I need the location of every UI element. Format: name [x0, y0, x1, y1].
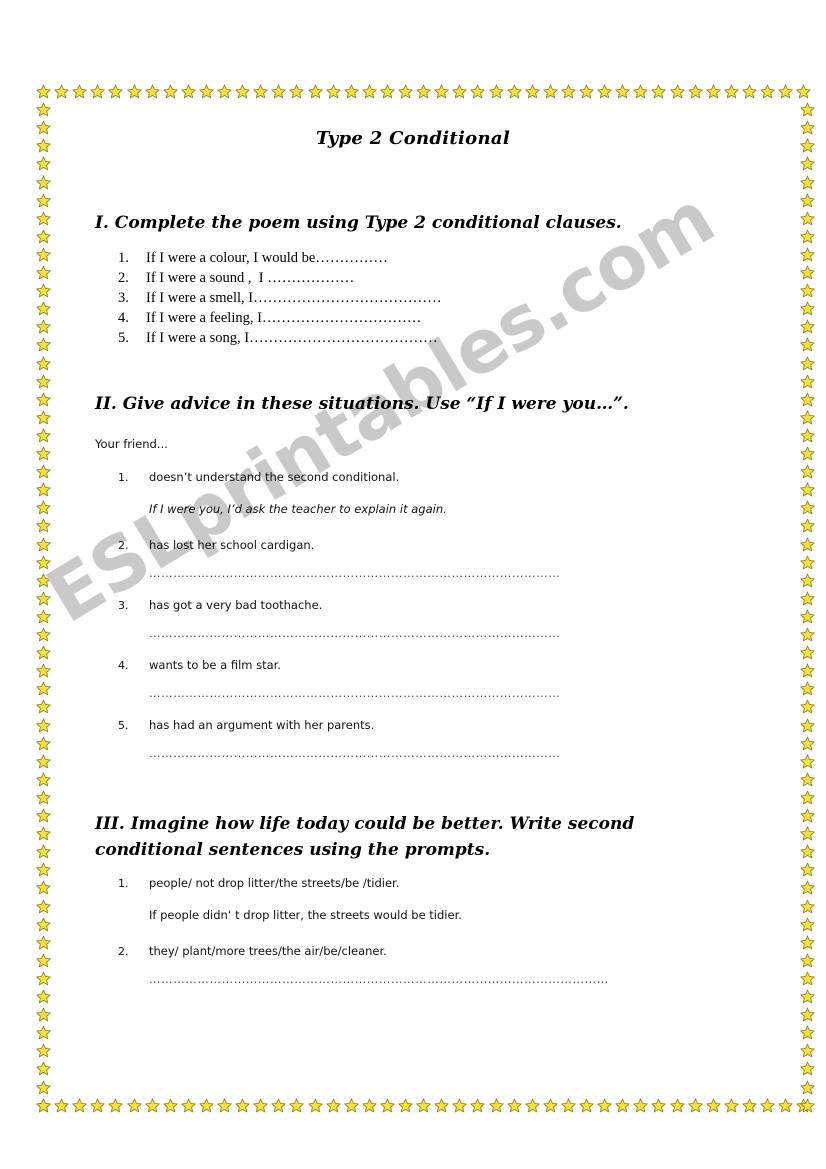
item-number: 1.	[118, 877, 129, 890]
list-item: 3. If I were a smell, I…………………………………	[118, 288, 678, 308]
page-title: Type 2 Conditional	[316, 128, 510, 149]
item-number: 3.	[118, 290, 129, 306]
item-number: 2.	[118, 945, 129, 958]
item-text: wants to be a film star.	[149, 658, 282, 672]
item-number: 4.	[118, 659, 129, 672]
item-text: If I were a sound , I ………………	[146, 270, 355, 286]
example-answer: If people didn‘ t drop litter, the stree…	[149, 908, 462, 922]
answer-line[interactable]: …………………………………………………………………………………………	[149, 686, 718, 700]
item-text: has got a very bad toothache.	[149, 598, 323, 612]
example-answer: If I were you, I’d ask the teacher to ex…	[149, 502, 447, 516]
list-item: 5. has had an argument with her parents.…	[118, 718, 718, 760]
item-text: people/ not drop litter/the streets/be /…	[149, 876, 400, 890]
item-text: they/ plant/more trees/the air/be/cleane…	[149, 944, 387, 958]
worksheet-content: Type 2 Conditional I. Complete the poem …	[0, 0, 826, 1169]
item-number: 2.	[118, 270, 129, 286]
list-item: 2. If I were a sound , I ………………	[118, 268, 678, 288]
answer-line[interactable]: …………………………………………………………………………………………	[149, 626, 718, 640]
list-item: 2. has lost her school cardigan. ……………………	[118, 538, 718, 580]
item-text: If I were a song, I…………………………………	[146, 330, 438, 346]
item-text: has lost her school cardigan.	[149, 538, 315, 552]
list-item: 4. wants to be a film star. …………………………………	[118, 658, 718, 700]
list-item: 1. people/ not drop litter/the streets/b…	[118, 876, 718, 922]
answer-line[interactable]: ……………………………………………………………………………………………………	[149, 972, 718, 986]
list-item: 2. they/ plant/more trees/the air/be/cle…	[118, 944, 718, 986]
item-text: If I were a colour, I would be……………	[146, 250, 388, 266]
answer-line[interactable]: …………………………………………………………………………………………	[149, 566, 718, 580]
item-number: 2.	[118, 539, 129, 552]
section-heading-3: III. Imagine how life today could be bet…	[95, 814, 635, 860]
list-item: 4. If I were a feeling, I……………………………	[118, 308, 678, 328]
item-text: doesn’t understand the second conditiona…	[149, 470, 400, 484]
section-heading-2: II. Give advice in these situations. Use…	[95, 394, 629, 414]
your-friend-label: Your friend...	[95, 437, 168, 451]
list-item: 3. has got a very bad toothache. ……………………	[118, 598, 718, 640]
section-2-list: 1. doesn’t understand the second conditi…	[118, 470, 718, 760]
list-item: 1. If I were a colour, I would be……………	[118, 248, 678, 268]
item-number: 5.	[118, 719, 129, 732]
section-heading-1: I. Complete the poem using Type 2 condit…	[95, 213, 622, 233]
item-number: 1.	[118, 471, 129, 484]
item-number: 5.	[118, 330, 129, 346]
worksheet-page: ESLprintables.com Type 2 Conditional I. …	[0, 0, 826, 1169]
item-text: If I were a smell, I…………………………………	[146, 290, 442, 306]
item-number: 4.	[118, 310, 129, 326]
item-text: has had an argument with her parents.	[149, 718, 375, 732]
section-1-list: 1. If I were a colour, I would be…………… 2…	[118, 248, 678, 348]
list-item: 5. If I were a song, I…………………………………	[118, 328, 678, 348]
list-item: 1. doesn’t understand the second conditi…	[118, 470, 718, 516]
section-3-list: 1. people/ not drop litter/the streets/b…	[118, 876, 718, 986]
answer-line[interactable]: …………………………………………………………………………………………	[149, 746, 718, 760]
item-text: If I were a feeling, I……………………………	[146, 310, 422, 326]
item-number: 1.	[118, 250, 129, 266]
item-number: 3.	[118, 599, 129, 612]
